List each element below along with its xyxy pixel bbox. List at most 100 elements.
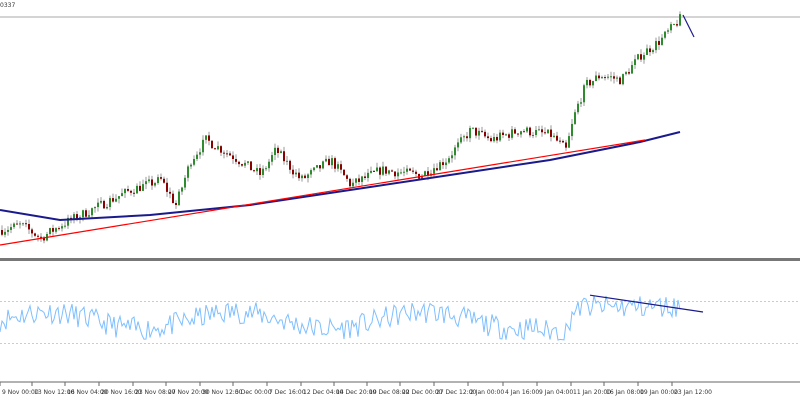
candle-body	[529, 127, 531, 136]
candle-body	[445, 162, 447, 166]
candle-body	[511, 129, 513, 138]
candle-body	[466, 136, 468, 139]
oscillator-pane	[0, 294, 800, 344]
candle-body	[454, 147, 456, 156]
candle-body	[292, 169, 294, 175]
candle-body	[133, 192, 135, 194]
candle-body	[658, 41, 660, 45]
candle-body	[553, 135, 555, 137]
chart-canvas[interactable]: 0337 9 Nov 00:0013 Nov 12:0016 Nov 04:00…	[0, 0, 800, 400]
candle-body	[274, 147, 276, 156]
candle-body	[172, 193, 174, 204]
candle-body	[439, 162, 441, 171]
candle-body	[490, 138, 492, 142]
candle-body	[247, 161, 249, 163]
candle-body	[130, 190, 132, 193]
candle-body	[667, 30, 669, 32]
trading-chart[interactable]: 0337 9 Nov 00:00 13 Nov 12:00 16 Nov 04:00…	[0, 0, 800, 400]
candle-body	[337, 164, 339, 169]
candle-body	[361, 176, 363, 182]
candle-body	[577, 103, 579, 113]
candle-body	[451, 155, 453, 159]
candle-body	[538, 129, 540, 131]
candle-body	[589, 79, 591, 86]
candle-body	[556, 135, 558, 141]
candle-body	[547, 129, 549, 134]
candle-body	[526, 127, 528, 132]
candle-body	[364, 176, 366, 178]
candle-body	[229, 153, 231, 156]
candle-body	[157, 177, 159, 184]
candle-body	[295, 172, 297, 175]
candle-body	[574, 112, 576, 124]
candle-body	[235, 159, 237, 162]
candle-body	[298, 172, 300, 179]
candle-body	[256, 168, 258, 172]
time-label: 9 Jan 04:00	[539, 389, 573, 396]
candle-body	[352, 182, 354, 187]
candle-body	[280, 151, 282, 154]
candle-body	[244, 162, 246, 166]
time-label: 23 Jan 12:00	[674, 389, 712, 396]
candle-body	[31, 229, 33, 234]
candle-body	[7, 229, 9, 232]
candle-body	[175, 203, 177, 206]
candle-body	[496, 136, 498, 141]
candle-body	[220, 146, 222, 153]
candle-body	[481, 130, 483, 132]
candle-body	[544, 132, 546, 134]
candle-body	[571, 123, 573, 137]
candle-body	[217, 146, 219, 150]
candle-body	[97, 202, 99, 208]
candle-body	[136, 185, 138, 194]
candle-body	[358, 178, 360, 182]
candle-body	[250, 161, 252, 171]
candle-body	[124, 188, 126, 194]
candle-body	[25, 223, 27, 225]
candle-body	[61, 226, 63, 229]
candle-body	[442, 162, 444, 166]
candle-body	[601, 77, 603, 79]
candle-body	[325, 158, 327, 162]
candle-body	[181, 187, 183, 192]
candle-body	[190, 164, 192, 167]
candle-body	[628, 72, 630, 74]
candle-body	[565, 142, 567, 148]
time-label: 16 Jan 08:00	[606, 389, 644, 396]
candle-body	[100, 200, 102, 203]
candle-body	[109, 198, 111, 207]
candle-body	[121, 193, 123, 197]
candle-body	[139, 185, 141, 191]
oscillator-line	[0, 295, 681, 341]
candle-body	[613, 76, 615, 79]
candle-body	[457, 142, 459, 148]
candle-body	[286, 160, 288, 162]
candle-body	[502, 132, 504, 135]
candle-body	[316, 165, 318, 168]
candle-body	[610, 76, 612, 78]
candle-body	[523, 131, 525, 133]
candle-body	[676, 24, 678, 26]
candle-body	[34, 233, 36, 236]
candle-body	[52, 228, 54, 232]
candle-body	[211, 140, 213, 149]
candle-body	[586, 79, 588, 86]
candle-body	[4, 231, 6, 235]
candle-body	[271, 155, 273, 162]
candle-body	[493, 136, 495, 142]
candle-body	[184, 177, 186, 188]
candle-body	[169, 191, 171, 194]
candle-body	[379, 167, 381, 175]
candle-body	[283, 151, 285, 162]
candle-body	[520, 131, 522, 135]
candle-body	[10, 227, 12, 230]
candle-body	[355, 178, 357, 183]
candle-body	[160, 177, 162, 179]
candle-body	[535, 129, 537, 136]
candle-body	[58, 228, 60, 230]
pane-separator[interactable]	[0, 258, 800, 261]
oscillator-trendline	[589, 294, 704, 313]
candle-body	[478, 130, 480, 136]
candle-body	[313, 167, 315, 171]
time-label: 7 Dec 16:00	[269, 389, 306, 396]
